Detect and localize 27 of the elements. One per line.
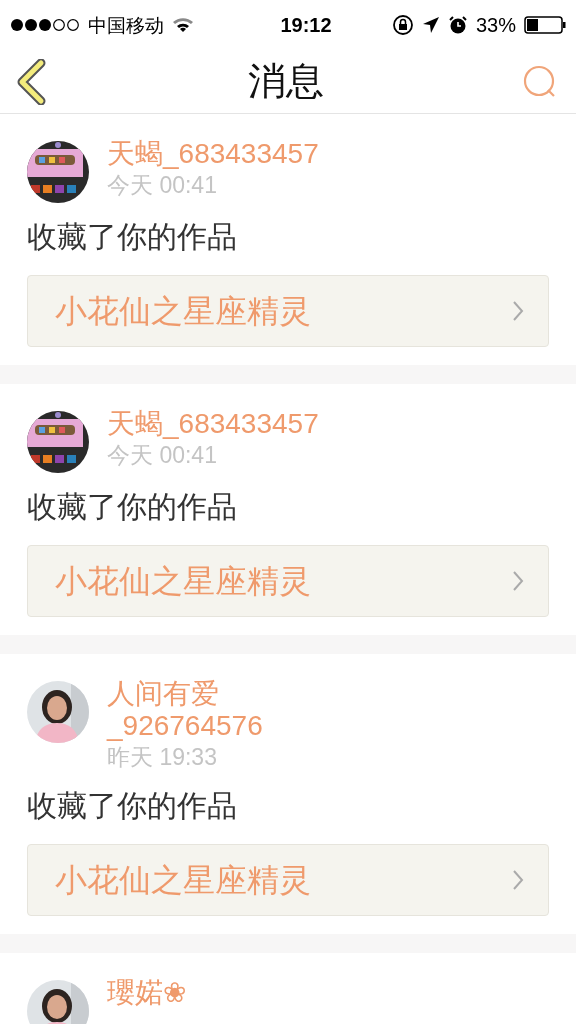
work-link[interactable]: 小花仙之星座精灵 bbox=[27, 844, 549, 916]
user-name[interactable]: 瓔婼❀ bbox=[107, 977, 186, 1009]
user-name[interactable]: 天蝎_683433457 bbox=[107, 408, 319, 440]
rotation-lock-icon bbox=[391, 14, 414, 36]
chevron-right-icon bbox=[512, 300, 524, 322]
message-text: 收藏了你的作品 bbox=[27, 489, 237, 525]
carrier-name: 中国移动 bbox=[88, 12, 164, 38]
wifi-icon bbox=[172, 17, 194, 33]
chevron-right-icon bbox=[512, 570, 524, 592]
battery-percentage: 33% bbox=[475, 13, 516, 38]
user-name[interactable]: 天蝎_683433457 bbox=[107, 138, 319, 170]
signal-icon bbox=[10, 18, 80, 32]
back-chevron-icon bbox=[16, 58, 48, 105]
message-time: 昨天 19:33 bbox=[107, 743, 218, 772]
message-text: 收藏了你的作品 bbox=[27, 219, 237, 255]
status-time: 19:12 bbox=[279, 13, 333, 38]
alarm-icon bbox=[447, 15, 468, 35]
battery-icon bbox=[524, 16, 566, 34]
location-arrow-icon bbox=[421, 16, 440, 34]
message-time: 今天 00:41 bbox=[107, 171, 218, 200]
user-name[interactable]: 人间有爱_926764576 bbox=[107, 678, 347, 742]
page-title: 消息 bbox=[248, 59, 324, 104]
message-text: 收藏了你的作品 bbox=[27, 788, 237, 824]
message-time: 今天 00:41 bbox=[107, 441, 218, 470]
chevron-right-icon bbox=[512, 869, 524, 891]
work-link[interactable]: 小花仙之星座精灵 bbox=[27, 275, 549, 347]
work-link[interactable]: 小花仙之星座精灵 bbox=[27, 545, 549, 617]
